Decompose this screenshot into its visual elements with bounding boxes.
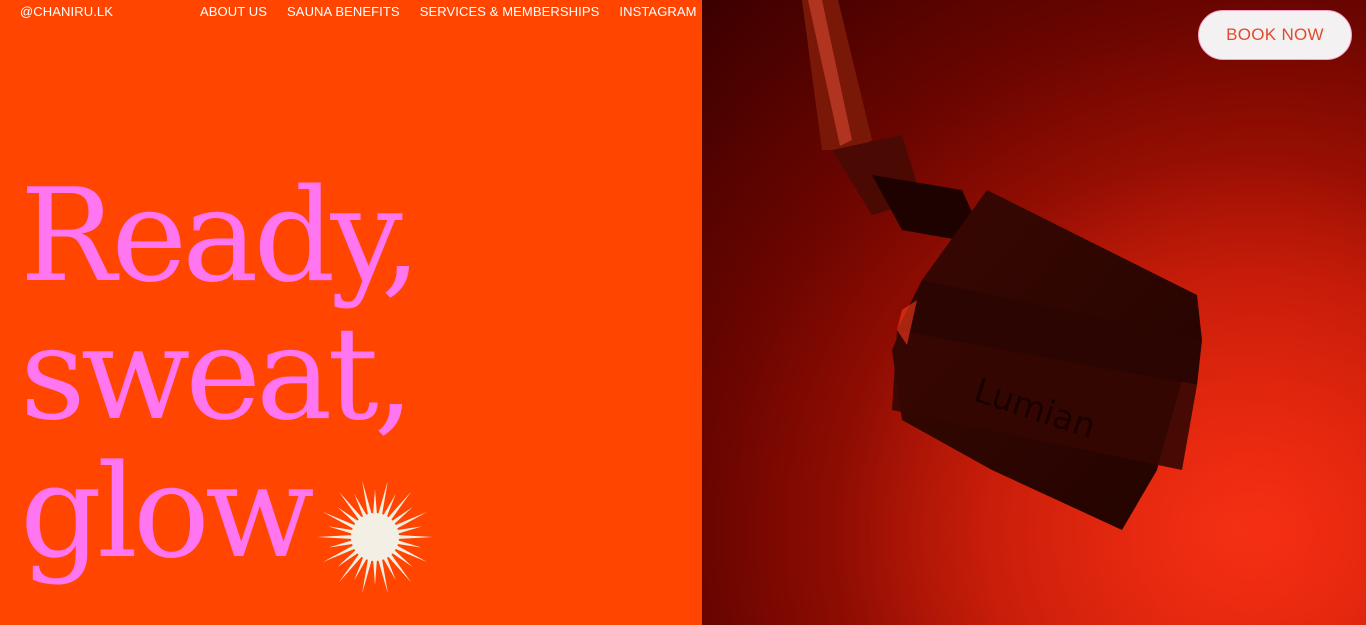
sunburst-ray <box>322 544 357 563</box>
sauna-heater-image: Lumian <box>702 0 1366 625</box>
sunburst-ray <box>337 507 360 525</box>
sunburst-ray <box>317 535 354 539</box>
social-handle-link[interactable]: @CHANIRU.LK <box>20 4 113 19</box>
sunburst-ray <box>393 544 428 563</box>
nav-about-us[interactable]: ABOUT US <box>200 4 267 19</box>
sunburst-ray <box>373 558 377 585</box>
sunburst-ray <box>396 535 433 539</box>
sunburst-ray <box>337 549 360 567</box>
sunburst-ray <box>328 539 355 548</box>
nav-links: ABOUT US SAUNA BENEFITS SERVICES & MEMBE… <box>200 4 697 19</box>
hero-line-1: Ready, <box>20 162 421 311</box>
book-now-button[interactable]: BOOK NOW <box>1198 10 1352 60</box>
top-navigation: @CHANIRU.LK ABOUT US SAUNA BENEFITS SERV… <box>0 4 702 22</box>
nav-sauna-benefits[interactable]: SAUNA BENEFITS <box>287 4 400 19</box>
hero-line-2: sweat, <box>20 300 414 449</box>
sunburst-ray <box>390 549 413 567</box>
hero-headline: Ready, sweat, glow <box>20 168 580 582</box>
sunburst-ray <box>373 489 377 516</box>
sunburst-ray <box>393 511 428 530</box>
sunburst-ray <box>395 539 422 548</box>
sunburst-ray <box>322 511 357 530</box>
sunburst-ray <box>395 526 422 535</box>
hero-line-3: glow <box>20 438 315 587</box>
nav-services-memberships[interactable]: SERVICES & MEMBERSHIPS <box>420 4 600 19</box>
nav-instagram[interactable]: INSTAGRAM <box>619 4 696 19</box>
sunburst-icon <box>317 480 433 594</box>
heater-illustration: Lumian <box>702 0 1366 625</box>
sunburst-ray <box>328 526 355 535</box>
sunburst-ray <box>390 507 413 525</box>
